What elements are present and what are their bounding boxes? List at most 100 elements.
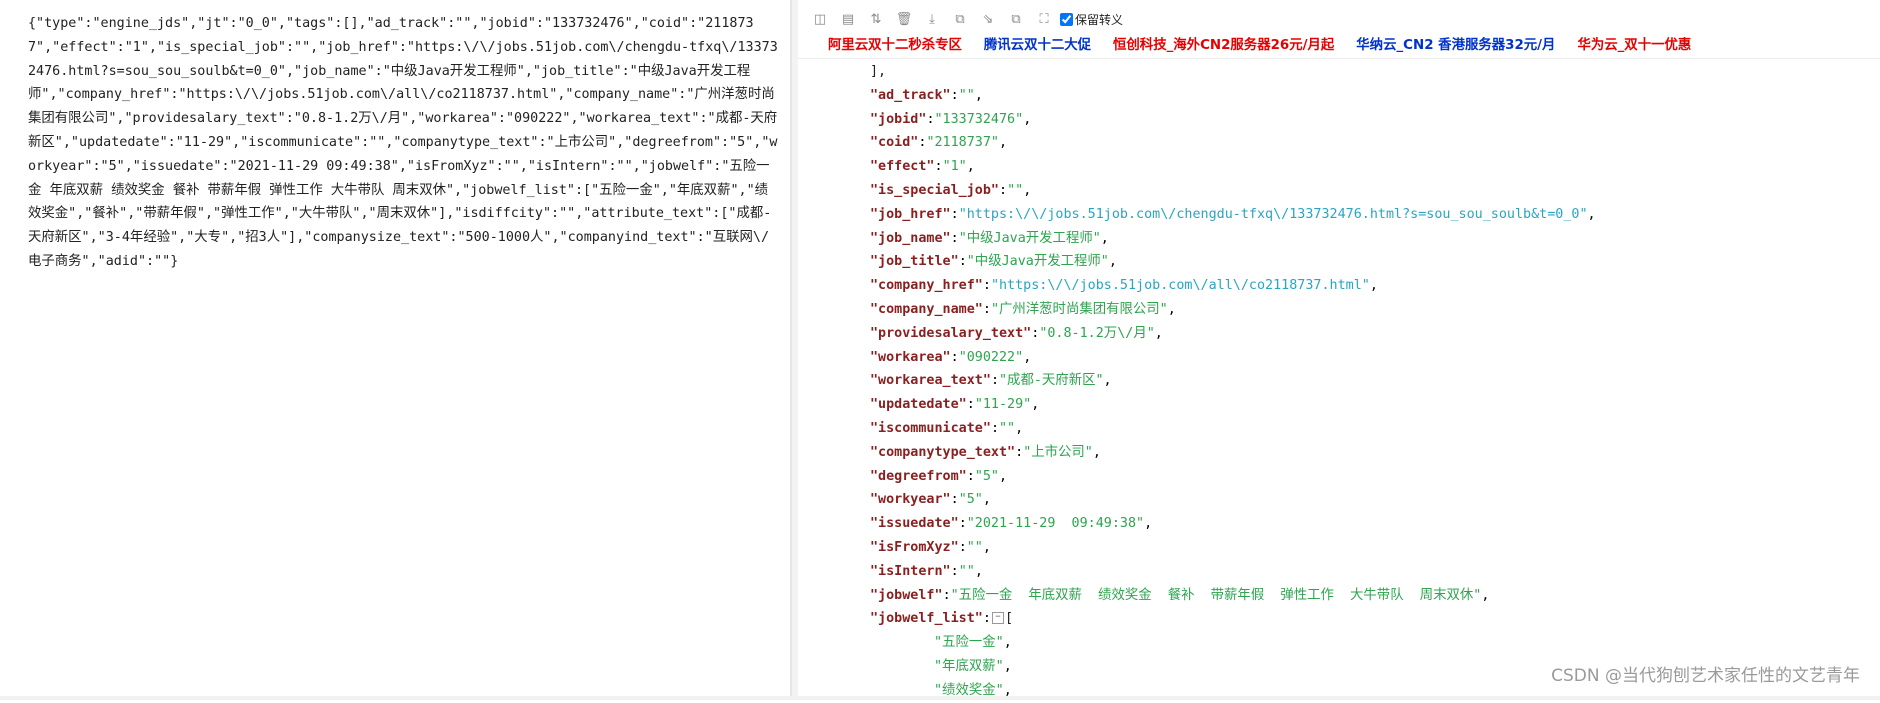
json-key: "workarea_text" <box>870 373 991 389</box>
json-key: "providesalary_text" <box>870 325 1032 341</box>
json-string-value: "年底双薪" <box>934 658 1004 674</box>
json-string-value: "中级Java开发工程师" <box>958 230 1101 246</box>
json-string-value: "广州洋葱时尚集团有限公司" <box>990 301 1168 317</box>
json-line: "updatedate":"11-29", <box>870 397 1040 413</box>
json-string-value: "1" <box>942 159 967 175</box>
json-string-value: "5" <box>974 468 999 484</box>
keep-escape-checkbox[interactable]: 保留转义 <box>1060 11 1123 28</box>
json-key: "degreefrom" <box>870 468 967 484</box>
json-key: "company_name" <box>870 301 983 317</box>
json-key: "company_href" <box>870 278 983 294</box>
json-url-value[interactable]: "https:\/\/jobs.51job.com\/all\/co211873… <box>991 278 1370 293</box>
json-line: "effect":"1", <box>870 159 975 175</box>
json-line: "ad_track":"", <box>870 87 983 103</box>
download-icon[interactable]: ⤓ <box>918 8 946 30</box>
sort-icon[interactable]: ⇅ <box>862 8 890 30</box>
json-key: "companytype_text" <box>870 444 1016 460</box>
keep-escape-checkbox-input[interactable] <box>1060 12 1073 26</box>
json-line: "isIntern":"", <box>870 563 983 579</box>
json-string-value: "11-29" <box>974 397 1032 413</box>
json-key: "iscommunicate" <box>870 420 991 436</box>
formatted-json-pane[interactable]: ◫ ▤ ⇅ 🗑 ⤓ ⧉ ⇘ ⧉ ⛶ 保留转义 阿里云双十二秒杀专区 腾讯云双十二… <box>798 0 1880 700</box>
json-line: "company_href":"https:\/\/jobs.51job.com… <box>870 278 1378 294</box>
collapse-toggle-icon[interactable]: − <box>991 612 1004 625</box>
json-key: "jobwelf_list" <box>870 611 983 627</box>
json-key: "ad_track" <box>870 87 951 103</box>
json-line: "jobwelf":"五险一金 年底双薪 绩效奖金 餐补 带薪年假 弹性工作 大… <box>870 587 1490 603</box>
copy-icon[interactable]: ⧉ <box>946 8 974 30</box>
json-line: "jobwelf_list": −[ <box>870 611 1013 627</box>
json-string-value: "" <box>958 87 975 103</box>
json-line: "degreefrom":"5", <box>870 468 1008 484</box>
expand-icon[interactable]: ⧉ <box>1002 8 1030 30</box>
json-line: "job_href":"https:\/\/jobs.51job.com\/ch… <box>870 206 1596 222</box>
json-key: "isFromXyz" <box>870 539 959 555</box>
json-line: "issuedate":"2021-11-29 09:49:38", <box>870 516 1153 532</box>
bottom-edge <box>0 696 1880 700</box>
json-key: "job_name" <box>870 230 951 246</box>
json-line: "workarea_text":"成都-天府新区", <box>870 373 1112 389</box>
json-key: "workarea" <box>870 349 951 365</box>
toolbar-separator <box>798 58 1880 59</box>
fullscreen-icon[interactable]: ⛶ <box>1030 8 1058 30</box>
json-string-value: "" <box>958 563 975 579</box>
compress-icon[interactable]: ⇘ <box>974 8 1002 30</box>
json-string-value: "五险一金" <box>934 635 1004 651</box>
toolbar: ◫ ▤ ⇅ 🗑 ⤓ ⧉ ⇘ ⧉ ⛶ 保留转义 <box>806 8 1123 30</box>
json-key: "jobwelf" <box>870 587 943 603</box>
json-line: "iscommunicate":"", <box>870 420 1024 436</box>
json-line: "workarea":"090222", <box>870 349 1032 365</box>
json-line: ], <box>798 60 1880 84</box>
json-string-value: "上市公司" <box>1023 444 1093 460</box>
json-key: "job_title" <box>870 254 959 270</box>
excel-icon[interactable]: ▤ <box>834 8 862 30</box>
json-punct: ], <box>870 64 887 79</box>
json-string-value: "五险一金 年底双薪 绩效奖金 餐补 带薪年假 弹性工作 大牛带队 周末双休" <box>950 587 1482 603</box>
json-key: "jobid" <box>870 111 927 127</box>
json-line: "五险一金", <box>934 635 1012 651</box>
json-line: "job_title":"中级Java开发工程师", <box>870 254 1117 270</box>
ad-links: 阿里云双十二秒杀专区 腾讯云双十二大促 恒创科技_海外CN2服务器26元/月起 … <box>828 33 1691 53</box>
json-string-value: "5" <box>958 492 983 508</box>
database-icon[interactable]: ◫ <box>806 8 834 30</box>
json-key: "updatedate" <box>870 397 967 413</box>
json-line: "companytype_text":"上市公司", <box>870 444 1101 460</box>
json-string-value: "0.8-1.2万\/月" <box>1039 325 1155 341</box>
json-line: "jobid":"133732476", <box>870 111 1032 127</box>
json-line: "providesalary_text":"0.8-1.2万\/月", <box>870 325 1163 341</box>
ad-link[interactable]: 华为云_双十一优惠 <box>1577 33 1691 53</box>
json-string-value: "中级Java开发工程师" <box>966 254 1109 270</box>
trash-icon[interactable]: 🗑 <box>890 8 918 30</box>
json-line: "company_name":"广州洋葱时尚集团有限公司", <box>870 301 1176 317</box>
json-url-value[interactable]: "https:\/\/jobs.51job.com\/chengdu-tfxq\… <box>959 207 1588 222</box>
ad-link[interactable]: 恒创科技_海外CN2服务器26元/月起 <box>1113 33 1334 53</box>
json-key: "workyear" <box>870 492 951 508</box>
ad-link[interactable]: 腾讯云双十二大促 <box>984 33 1091 53</box>
json-string-value: "133732476" <box>934 111 1024 127</box>
json-string-value: "090222" <box>958 349 1024 365</box>
json-key: "isIntern" <box>870 563 951 579</box>
json-line: "job_name":"中级Java开发工程师", <box>870 230 1109 246</box>
json-string-value: "2118737" <box>926 135 999 151</box>
json-line: "is_special_job":"", <box>870 182 1032 198</box>
ad-link[interactable]: 阿里云双十二秒杀专区 <box>828 33 962 53</box>
formatted-json-view[interactable]: ], "ad_track":"", "jobid":"133732476", "coi… <box>798 60 1880 703</box>
json-key: "job_href" <box>870 206 951 222</box>
json-key: "coid" <box>870 135 919 151</box>
json-string-value: "" <box>966 539 983 555</box>
ad-link[interactable]: 华纳云_CN2 香港服务器32元/月 <box>1356 33 1555 53</box>
watermark: CSDN @当代狗刨艺术家任性的文艺青年 <box>1551 666 1860 686</box>
raw-json-pane[interactable]: {"type":"engine_jds","jt":"0_0","tags":[… <box>0 0 792 700</box>
json-line: "workyear":"5", <box>870 492 991 508</box>
raw-json-text[interactable]: {"type":"engine_jds","jt":"0_0","tags":[… <box>0 0 792 274</box>
json-string-value: "" <box>1007 182 1024 198</box>
json-key: "effect" <box>870 159 935 175</box>
json-key: "is_special_job" <box>870 182 999 198</box>
json-string-value: "成都-天府新区" <box>999 373 1104 389</box>
json-bracket: [ <box>1004 611 1013 627</box>
json-key: "issuedate" <box>870 516 959 532</box>
json-line: "isFromXyz":"", <box>870 539 991 555</box>
json-string-value: "" <box>999 420 1016 436</box>
json-line: "coid":"2118737", <box>870 135 1008 151</box>
json-string-value: "2021-11-29 09:49:38" <box>966 516 1145 532</box>
